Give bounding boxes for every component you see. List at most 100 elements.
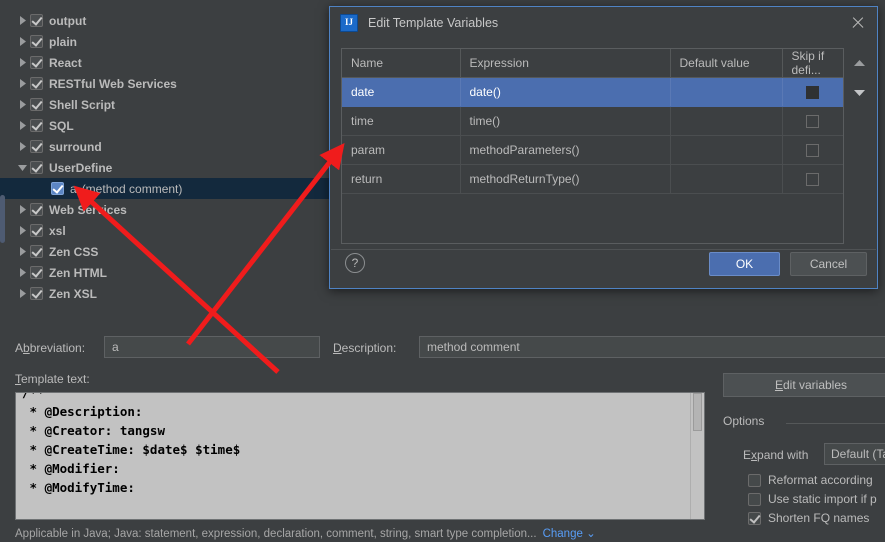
tree-scrollbar-thumb[interactable]: [0, 195, 5, 243]
chevron-up-icon[interactable]: [848, 48, 870, 78]
cell-expression[interactable]: methodReturnType(): [460, 164, 671, 194]
option-shorten-fq-names[interactable]: Shorten FQ names: [748, 510, 869, 526]
tree-item-zen-html[interactable]: Zen HTML: [0, 262, 330, 283]
table-row[interactable]: param methodParameters(): [342, 135, 843, 165]
cell-name[interactable]: date: [342, 77, 461, 107]
tree-item-checkbox[interactable]: [30, 140, 43, 153]
cell-skip-if-defined[interactable]: [782, 106, 843, 136]
cell-skip-if-defined[interactable]: [782, 164, 843, 194]
tree-item-restful-web-services[interactable]: RESTful Web Services: [0, 73, 330, 94]
template-text-content[interactable]: /** * @Description: * @Creator: tangsw *…: [16, 393, 697, 497]
cell-name[interactable]: time: [342, 106, 461, 136]
cell-expression[interactable]: time(): [460, 106, 671, 136]
tree-item-checkbox[interactable]: [30, 287, 43, 300]
help-button[interactable]: ?: [345, 253, 365, 273]
table-row[interactable]: return methodReturnType(): [342, 164, 843, 194]
tree-item-checkbox[interactable]: [30, 119, 43, 132]
editor-vertical-scrollbar[interactable]: [690, 393, 704, 519]
cell-default-value[interactable]: [670, 77, 783, 107]
change-link[interactable]: Change ⌄: [543, 528, 596, 540]
column-header-skip-if-defined[interactable]: Skip if defi...: [782, 49, 843, 78]
tree-item-checkbox[interactable]: [30, 161, 43, 174]
chevron-right-icon[interactable]: [14, 94, 30, 115]
chevron-right-icon[interactable]: [14, 220, 30, 241]
tree-item-checkbox[interactable]: [30, 245, 43, 258]
column-header-expression[interactable]: Expression: [460, 49, 671, 78]
tree-item-checkbox[interactable]: [30, 203, 43, 216]
tree-item-checkbox[interactable]: [30, 224, 43, 237]
cell-name[interactable]: param: [342, 135, 461, 165]
chevron-down-icon[interactable]: [848, 78, 870, 108]
tree-item-label: Zen CSS: [49, 244, 99, 259]
abbreviation-input[interactable]: a: [104, 336, 320, 358]
tree-item-output[interactable]: output: [0, 10, 330, 31]
close-icon[interactable]: [849, 14, 867, 32]
variables-table-body: date date() time time() param methodParameter…: [342, 77, 843, 250]
chevron-right-icon[interactable]: [14, 199, 30, 220]
cell-name[interactable]: return: [342, 164, 461, 194]
tree-item-checkbox[interactable]: [30, 35, 43, 48]
tree-item-surround[interactable]: surround: [0, 136, 330, 157]
tree-item-zen-xsl[interactable]: Zen XSL: [0, 283, 330, 304]
cell-default-value[interactable]: [670, 106, 783, 136]
template-text-editor[interactable]: /** * @Description: * @Creator: tangsw *…: [15, 392, 705, 520]
checkbox-reformat[interactable]: [748, 473, 761, 487]
editor-scrollbar-thumb[interactable]: [693, 393, 702, 431]
tree-item-plain[interactable]: plain: [0, 31, 330, 52]
tree-item-zen-css[interactable]: Zen CSS: [0, 241, 330, 262]
cell-skip-if-defined[interactable]: [782, 135, 843, 165]
tree-item-react[interactable]: React: [0, 52, 330, 73]
expand-with-select[interactable]: Default (Ta: [824, 443, 885, 465]
cell-expression[interactable]: methodParameters(): [460, 135, 671, 165]
tree-item-label: Zen XSL: [49, 286, 98, 301]
table-row[interactable]: date date(): [342, 77, 843, 107]
description-input[interactable]: method comment: [419, 336, 885, 358]
table-row[interactable]: time time(): [342, 106, 843, 136]
checkbox-use-static-import[interactable]: [748, 492, 761, 506]
live-templates-tree[interactable]: output plain React RESTful Web Services Shel…: [0, 0, 330, 320]
cancel-button[interactable]: Cancel: [790, 252, 867, 276]
tree-item-a[interactable]: a (method comment): [0, 178, 330, 199]
tree-item-userdefine[interactable]: UserDefine: [0, 157, 330, 178]
checkbox-skip-if-defined[interactable]: [806, 173, 820, 187]
tree-item-checkbox[interactable]: [30, 98, 43, 111]
tree-item-checkbox[interactable]: [30, 56, 43, 69]
tree-item-web-services[interactable]: Web Services: [0, 199, 330, 220]
chevron-right-icon[interactable]: [14, 241, 30, 262]
tree-item-xsl[interactable]: xsl: [0, 220, 330, 241]
cell-default-value[interactable]: [670, 164, 783, 194]
chevron-right-icon[interactable]: [14, 10, 30, 31]
chevron-right-icon[interactable]: [14, 31, 30, 52]
option-reformat-according[interactable]: Reformat according: [748, 472, 873, 488]
chevron-down-icon[interactable]: [14, 157, 30, 178]
column-header-default-value[interactable]: Default value: [670, 49, 783, 78]
tree-vertical-scrollbar[interactable]: [0, 0, 6, 310]
chevron-right-icon[interactable]: [14, 262, 30, 283]
cell-expression[interactable]: date(): [460, 77, 671, 107]
checkbox-skip-if-defined[interactable]: [806, 144, 820, 158]
option-use-static-import[interactable]: Use static import if p: [748, 491, 877, 507]
tree-item-checkbox[interactable]: [30, 14, 43, 27]
cell-skip-if-defined[interactable]: [782, 77, 843, 107]
chevron-right-icon[interactable]: [14, 73, 30, 94]
chevron-right-icon[interactable]: [14, 115, 30, 136]
chevron-right-icon[interactable]: [14, 283, 30, 304]
cell-default-value[interactable]: [670, 135, 783, 165]
chevron-right-icon[interactable]: [14, 52, 30, 73]
tree-item-checkbox[interactable]: [30, 77, 43, 90]
checkbox-shorten-fq-names[interactable]: [748, 511, 761, 525]
checkbox-skip-if-defined[interactable]: [806, 86, 820, 100]
edit-variables-button[interactable]: Edit variables: [723, 373, 885, 397]
tree-item-content: Web Services: [30, 203, 127, 217]
column-header-name[interactable]: Name: [342, 49, 461, 78]
ok-button[interactable]: OK: [709, 252, 780, 276]
tree-item-shell-script[interactable]: Shell Script: [0, 94, 330, 115]
variables-table[interactable]: Name Expression Default value Skip if de…: [342, 49, 843, 249]
chevron-right-icon[interactable]: [14, 136, 30, 157]
tree-item-sql[interactable]: SQL: [0, 115, 330, 136]
applicability-status: Applicable in Java; Java: statement, exp…: [15, 526, 715, 542]
tree-item-checkbox[interactable]: [30, 266, 43, 279]
checkbox-skip-if-defined[interactable]: [806, 115, 820, 129]
tree-item-checkbox[interactable]: [51, 182, 64, 195]
